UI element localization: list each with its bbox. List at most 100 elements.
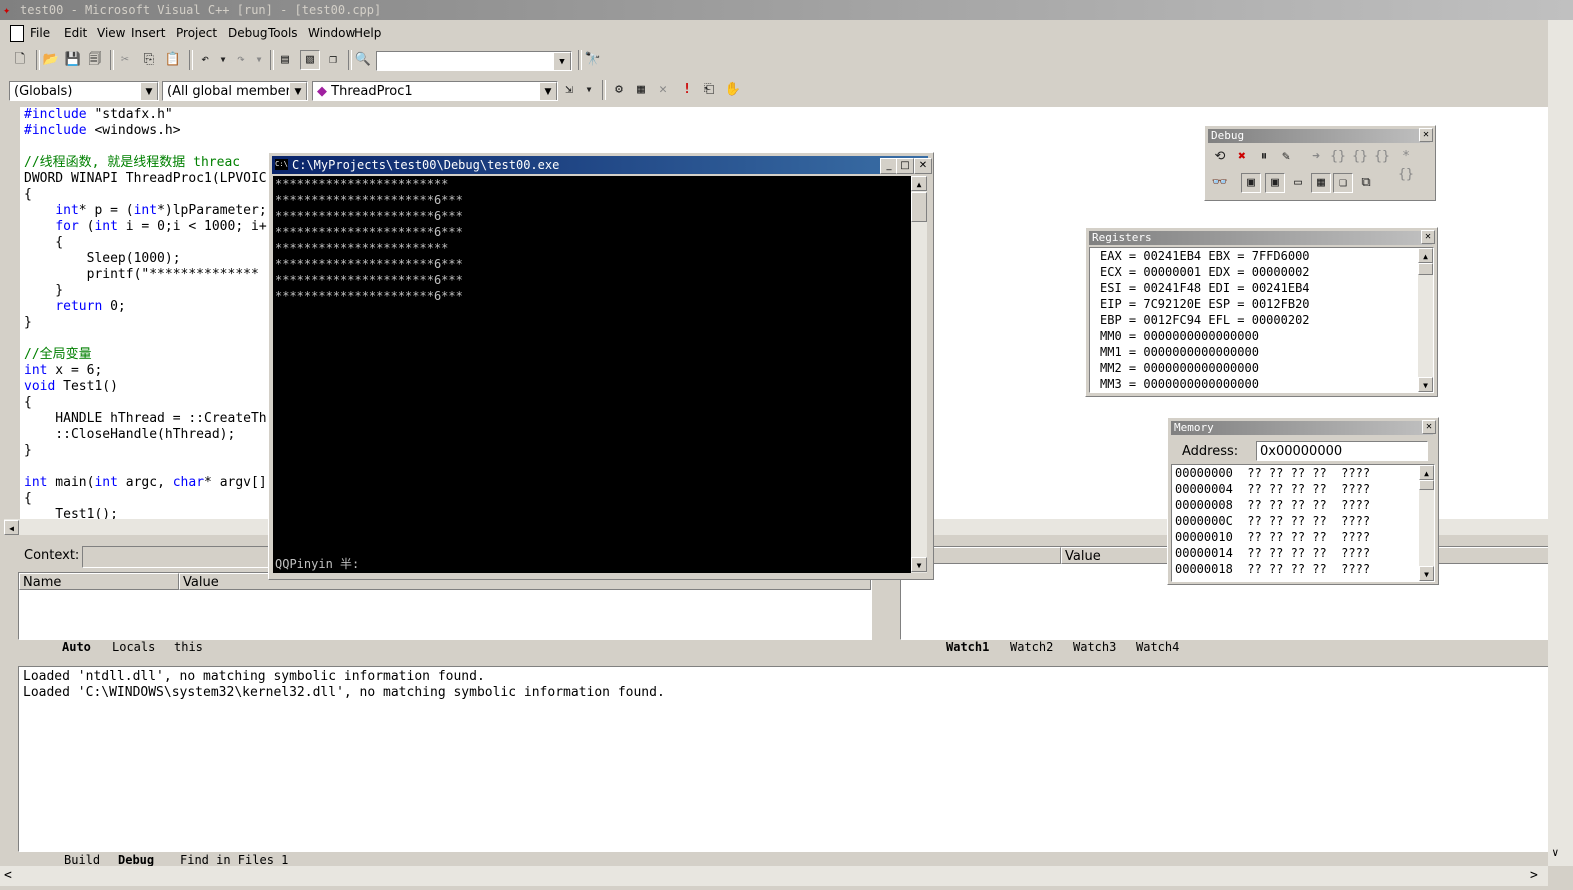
menu-tools[interactable]: Tools (268, 22, 298, 44)
output-window-icon[interactable]: ▧ (300, 50, 320, 70)
break-execution-icon[interactable]: ⏸ (1255, 148, 1273, 166)
console-vscrollbar[interactable]: ▲ ▼ (911, 176, 927, 573)
chevron-down-icon[interactable]: ▼ (539, 82, 557, 100)
registers-vscrollbar[interactable]: ▲ ▼ (1418, 248, 1433, 392)
go-icon[interactable]: ⎗ (700, 81, 718, 99)
menu-debug[interactable]: Debug (228, 22, 267, 44)
document-icon[interactable] (10, 25, 24, 42)
redo-dropdown-icon[interactable]: ▼ (250, 51, 268, 69)
tab-auto[interactable]: Auto (62, 640, 91, 654)
find-combo[interactable]: ▼ (376, 51, 572, 71)
quickwatch-icon[interactable]: 👓 (1211, 174, 1229, 192)
close-icon[interactable]: ✕ (1421, 230, 1435, 244)
compile-icon[interactable]: ⚙ (610, 81, 628, 99)
output-pane[interactable]: Loaded 'ntdll.dll', no matching symbolic… (18, 666, 1550, 852)
close-icon[interactable]: ✕ (1422, 420, 1436, 434)
members-combo[interactable]: (All global members ▼ (162, 81, 308, 101)
maximize-icon[interactable]: □ (896, 158, 914, 174)
cut-icon[interactable]: ✂ (116, 51, 134, 69)
menu-help[interactable]: Help (354, 22, 381, 44)
wizard-dropdown-icon[interactable]: ▼ (580, 81, 598, 99)
scroll-right-icon[interactable]: > (1530, 868, 1538, 883)
memory-vscrollbar[interactable]: ▲ ▼ (1419, 465, 1434, 581)
scroll-left-icon[interactable]: ◀ (4, 520, 19, 535)
tab-find-in-files[interactable]: Find in Files 1 (180, 853, 288, 867)
call-stack-icon[interactable]: ❏ (1333, 173, 1353, 193)
menu-window[interactable]: Window (308, 22, 355, 44)
registers-icon[interactable]: ▭ (1289, 174, 1307, 192)
tab-debug[interactable]: Debug (118, 853, 154, 867)
execute-icon[interactable]: ! (678, 81, 696, 99)
breakpoint-hand-icon[interactable]: ✋ (724, 81, 742, 99)
tab-watch2[interactable]: Watch2 (1010, 640, 1053, 654)
stop-build-icon[interactable]: ✕ (654, 81, 672, 99)
function-combo[interactable]: ◆ ThreadProc1 ▼ (312, 81, 558, 101)
scroll-down-icon[interactable]: ▼ (1419, 566, 1434, 581)
build-icon[interactable]: ▦ (632, 81, 650, 99)
apply-code-changes-icon[interactable]: ✎ (1277, 148, 1295, 166)
app-icon[interactable]: ✦ (3, 3, 17, 17)
console-output[interactable]: ************************ ***************… (273, 176, 911, 573)
tab-watch1[interactable]: Watch1 (946, 640, 989, 654)
scroll-up-icon[interactable]: ▲ (911, 176, 927, 191)
scroll-thumb[interactable] (1418, 263, 1433, 275)
undo-icon[interactable]: ↶ (196, 51, 214, 69)
variables-list[interactable]: Name Value (18, 572, 872, 640)
tab-locals[interactable]: Locals (112, 640, 155, 654)
find-icon[interactable]: 🔭 (584, 51, 602, 69)
chevron-down-icon[interactable]: ▼ (289, 82, 307, 100)
undo-dropdown-icon[interactable]: ▼ (214, 51, 232, 69)
redo-icon[interactable]: ↷ (232, 51, 250, 69)
menu-insert[interactable]: Insert (131, 22, 165, 44)
scroll-thumb[interactable] (911, 192, 927, 222)
copy-icon[interactable]: ⎘ (140, 51, 158, 69)
chevron-down-icon[interactable]: ▼ (140, 82, 158, 100)
close-icon[interactable]: ✕ (1419, 128, 1433, 142)
find-in-files-icon[interactable]: 🔍 (354, 51, 372, 69)
disassembly-icon[interactable]: ⧉ (1357, 174, 1375, 192)
save-all-icon[interactable]: 🗐 (86, 51, 104, 69)
step-into-icon[interactable]: {} (1329, 148, 1347, 166)
step-over-icon[interactable]: {} (1351, 148, 1369, 166)
close-icon[interactable]: ✕ (914, 158, 932, 174)
chevron-down-icon[interactable]: ▼ (553, 52, 571, 70)
watch-icon[interactable]: ▣ (1241, 173, 1261, 193)
stop-debugging-icon[interactable]: ✖ (1233, 148, 1251, 166)
menu-file[interactable]: File (30, 22, 50, 44)
column-header-name[interactable]: Name (19, 573, 179, 590)
scroll-down-icon[interactable]: ∨ (1552, 846, 1559, 859)
workspace-icon[interactable]: ▤ (276, 51, 294, 69)
memory-icon[interactable]: ▦ (1311, 173, 1331, 193)
address-input[interactable]: 0x00000000 (1256, 441, 1428, 461)
main-hscrollbar[interactable]: < > (0, 866, 1548, 886)
menu-view[interactable]: View (97, 22, 125, 44)
paste-icon[interactable]: 📋 (164, 51, 182, 69)
tab-watch4[interactable]: Watch4 (1136, 640, 1179, 654)
tab-build[interactable]: Build (64, 853, 100, 867)
main-vscrollbar[interactable]: ∨ (1548, 20, 1573, 866)
save-icon[interactable]: 💾 (64, 51, 82, 69)
scroll-down-icon[interactable]: ▼ (1418, 377, 1433, 392)
scroll-thumb[interactable] (1419, 480, 1434, 490)
scroll-left-icon[interactable]: < (4, 868, 12, 883)
restart-icon[interactable]: ⟲ (1211, 148, 1229, 166)
class-combo[interactable]: (Globals) ▼ (9, 81, 159, 101)
menu-project[interactable]: Project (176, 22, 217, 44)
run-to-cursor-icon[interactable]: *{} (1397, 148, 1415, 182)
registers-list[interactable]: EAX = 00241EB4 EBX = 7FFD6000 ECX = 0000… (1089, 247, 1434, 393)
scroll-down-icon[interactable]: ▼ (911, 557, 927, 572)
open-folder-icon[interactable]: 📂 (42, 51, 60, 69)
menu-edit[interactable]: Edit (64, 22, 87, 44)
scroll-up-icon[interactable]: ▲ (1418, 248, 1433, 263)
context-combo[interactable] (82, 546, 274, 568)
window-list-icon[interactable]: ❐ (324, 51, 342, 69)
tab-this[interactable]: this (174, 640, 203, 654)
show-next-statement-icon[interactable]: ➜ (1307, 148, 1325, 166)
scroll-up-icon[interactable]: ▲ (1419, 465, 1434, 480)
variables-icon[interactable]: ▣ (1265, 173, 1285, 193)
wizard-action-icon[interactable]: ⇲ (560, 81, 578, 99)
new-file-icon[interactable]: 🗋 (11, 51, 29, 69)
step-out-icon[interactable]: {} (1373, 148, 1391, 166)
memory-list[interactable]: 00000000 ?? ?? ?? ?? ???? 00000004 ?? ??… (1171, 464, 1435, 582)
tab-watch3[interactable]: Watch3 (1073, 640, 1116, 654)
